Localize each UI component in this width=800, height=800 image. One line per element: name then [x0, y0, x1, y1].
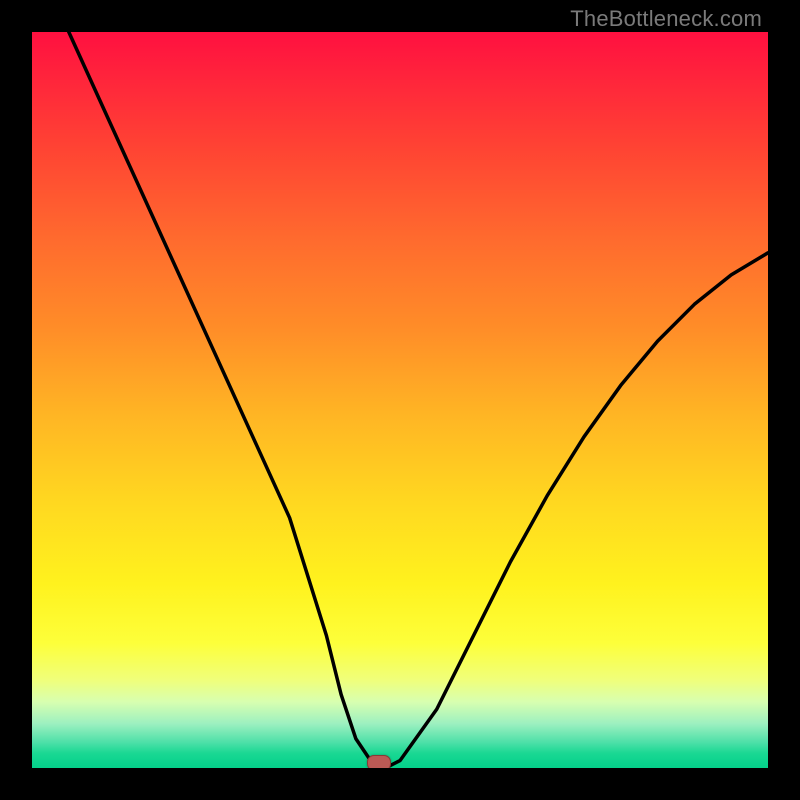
chart-frame: [0, 0, 800, 800]
watermark-text: TheBottleneck.com: [570, 6, 762, 32]
